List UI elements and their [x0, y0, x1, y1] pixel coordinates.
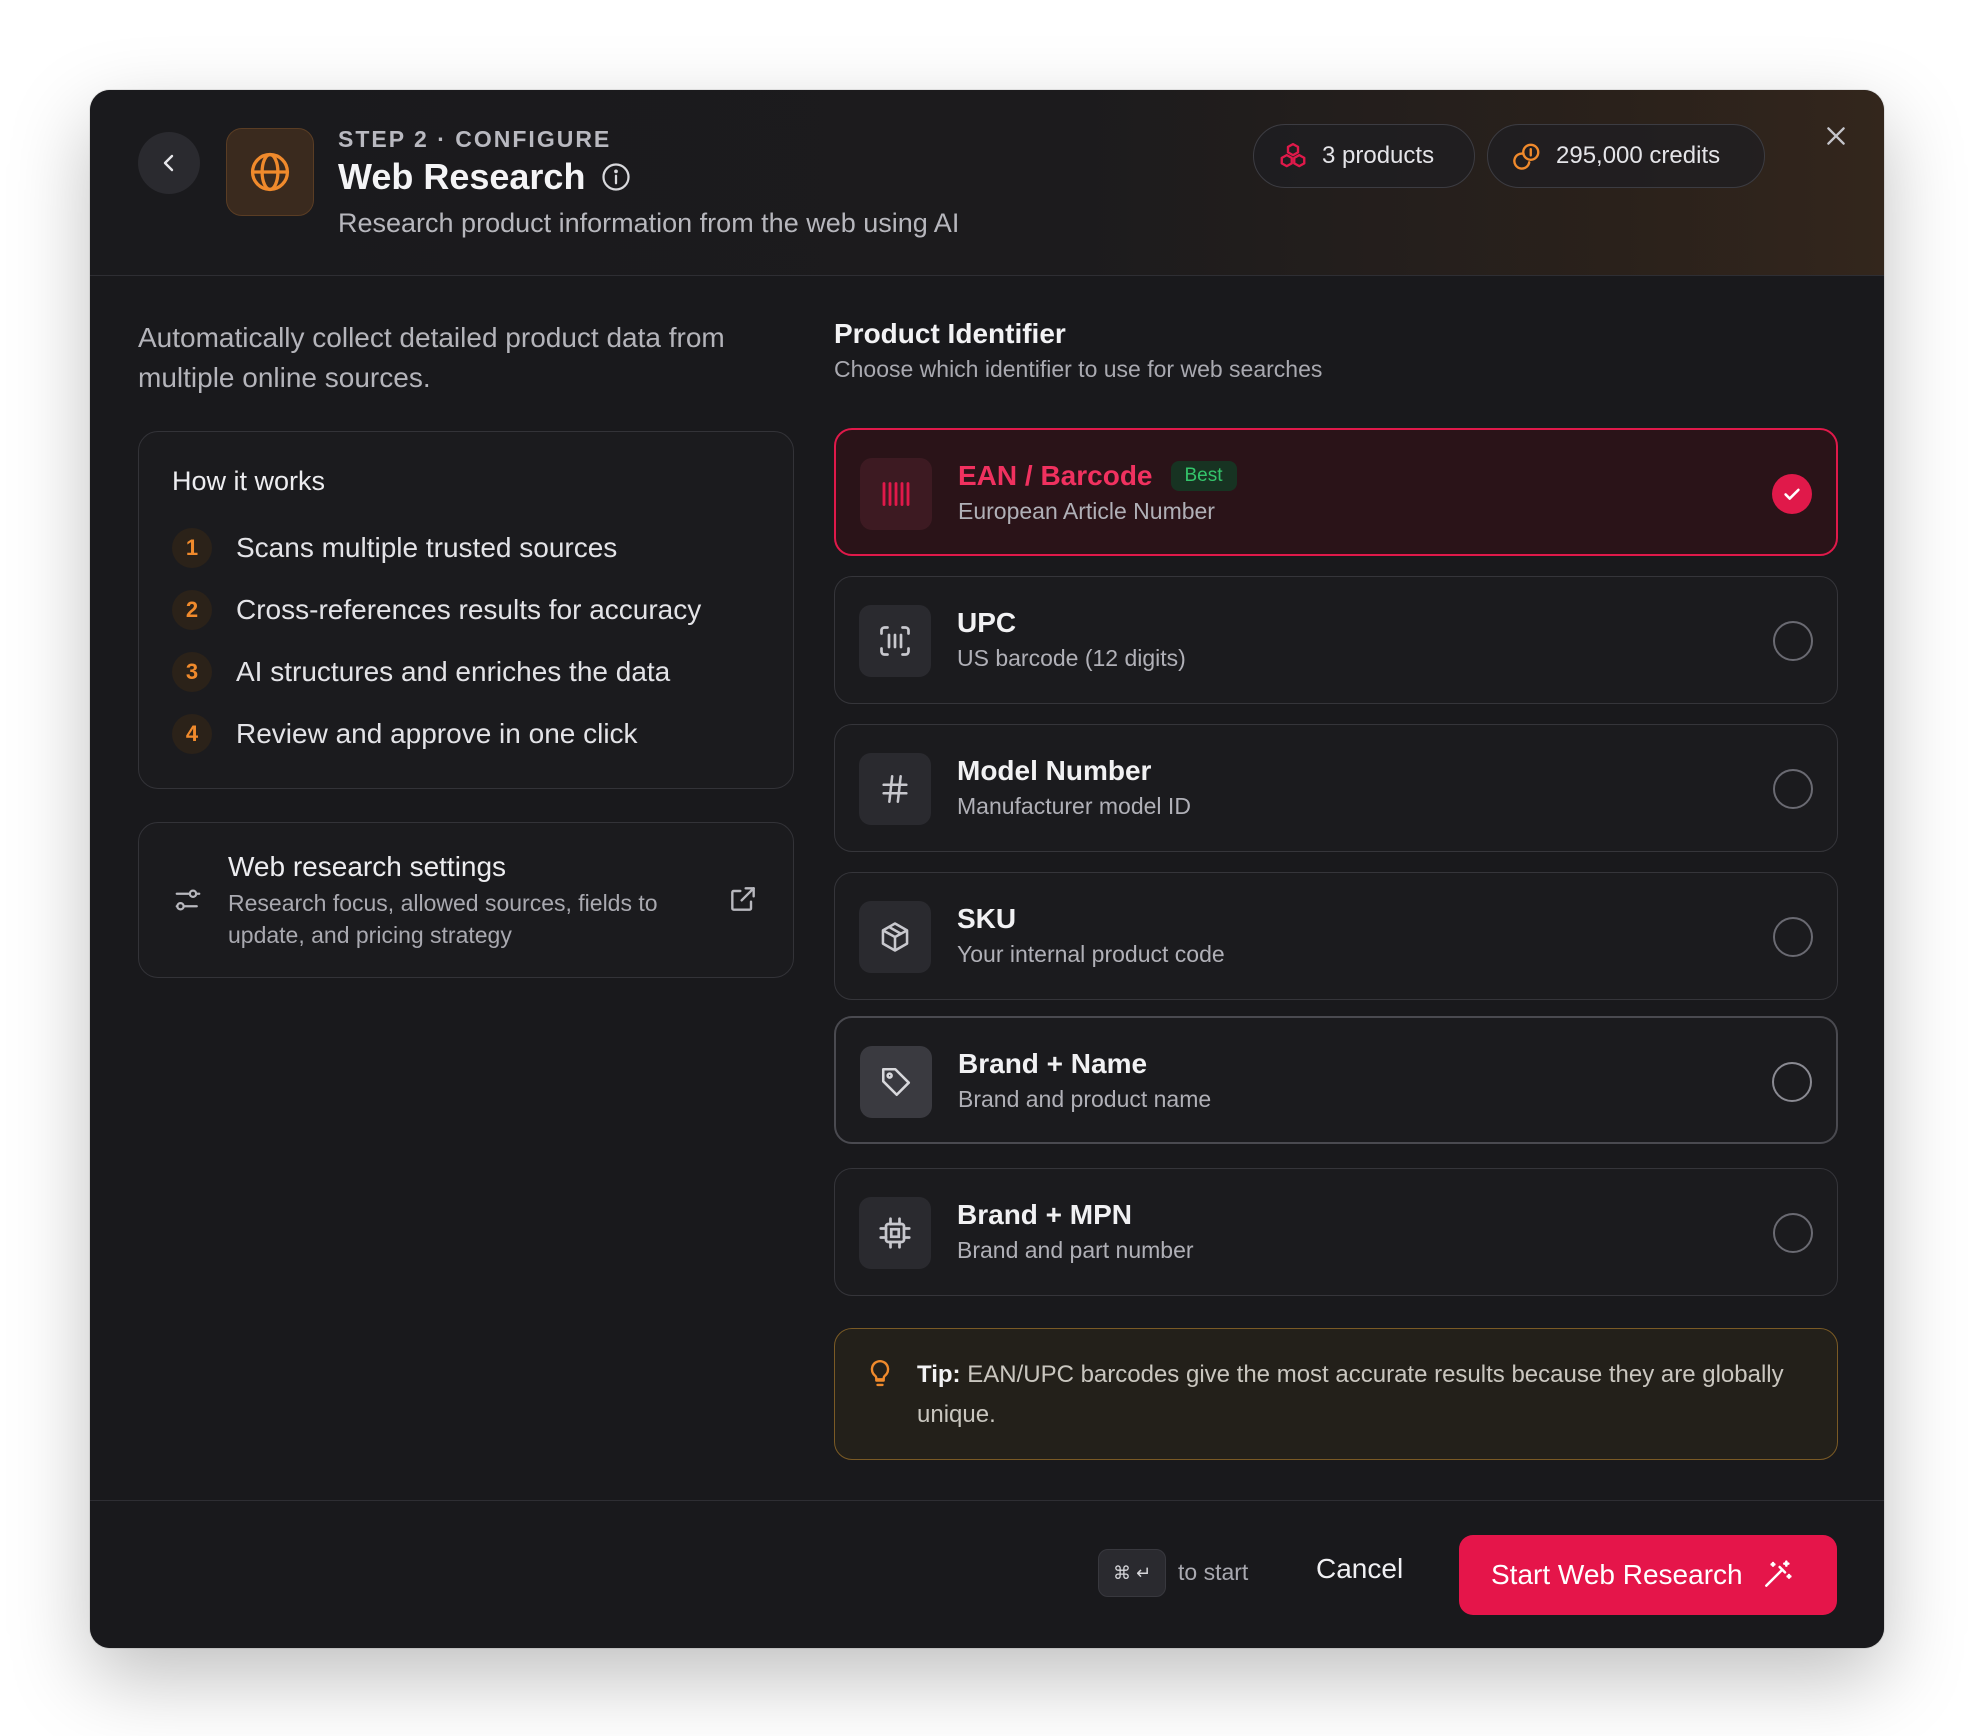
option-icon-tile [859, 753, 931, 825]
step-number: 2 [172, 590, 212, 630]
option-title-text: EAN / Barcode [958, 460, 1153, 491]
how-it-works-card: How it works 1 Scans multiple trusted so… [138, 431, 794, 789]
hash-icon [882, 774, 908, 804]
identifier-option-brand-mpn[interactable]: Brand + MPN Brand and part number [834, 1168, 1838, 1296]
settings-description: Research focus, allowed sources, fields … [228, 890, 658, 948]
coins-icon [1513, 143, 1540, 170]
cancel-button[interactable]: Cancel [1316, 1553, 1403, 1585]
scan-barcode-icon [880, 626, 910, 656]
chip-icon [879, 1217, 911, 1249]
page-subtitle: Research product information from the we… [338, 208, 960, 238]
page-title: Web Research [338, 156, 586, 197]
radio-unselected[interactable] [1773, 621, 1813, 661]
radio-unselected[interactable] [1773, 1213, 1813, 1253]
modal-header: STEP 2 · CONFIGURE Web Research Research… [90, 90, 1884, 276]
product-identifier-title: Product Identifier [834, 318, 1066, 349]
identifier-option-model-number[interactable]: Model Number Manufacturer model ID [834, 724, 1838, 852]
option-icon-tile [859, 901, 931, 973]
web-research-settings-link[interactable]: Web research settings Research focus, al… [138, 822, 794, 978]
chevron-left-icon [163, 154, 174, 172]
radio-selected[interactable] [1772, 474, 1812, 514]
radio-unselected[interactable] [1773, 769, 1813, 809]
option-subtitle: European Article Number [958, 498, 1215, 524]
step-number: 4 [172, 714, 212, 754]
identifier-option-ean[interactable]: EAN / Barcode Best European Article Numb… [834, 428, 1838, 556]
tip-text: Tip: EAN/UPC barcodes give the most accu… [917, 1355, 1797, 1435]
option-icon-tile [860, 1046, 932, 1118]
globe-icon [250, 152, 290, 192]
lightbulb-icon [870, 1359, 890, 1387]
step-text: Scans multiple trusted sources [236, 532, 618, 563]
back-button[interactable] [138, 132, 200, 194]
how-step: 1 Scans multiple trusted sources [172, 528, 617, 568]
option-subtitle: Brand and product name [958, 1086, 1212, 1112]
option-subtitle: Your internal product code [957, 941, 1225, 967]
magic-wand-icon [1764, 1560, 1792, 1587]
modal-footer: ⌘ ↵ to start Cancel Start Web Research [90, 1500, 1884, 1648]
radio-unselected[interactable] [1772, 1062, 1812, 1102]
barcode-icon [882, 482, 910, 506]
shortcut-hint: to start [1178, 1559, 1249, 1585]
option-subtitle: US barcode (12 digits) [957, 645, 1186, 671]
products-count: 3 products [1322, 142, 1435, 169]
tip-box: Tip: EAN/UPC barcodes give the most accu… [834, 1328, 1838, 1460]
product-identifier-subtitle: Choose which identifier to use for web s… [834, 356, 1323, 382]
check-icon [1784, 488, 1800, 500]
how-step: 3 AI structures and enriches the data [172, 652, 670, 692]
credits-balance: 295,000 credits [1556, 142, 1721, 169]
how-it-works-title: How it works [172, 466, 326, 496]
step-number: 3 [172, 652, 212, 692]
identifier-option-upc[interactable]: UPC US barcode (12 digits) [834, 576, 1838, 704]
option-title: Brand + MPN [957, 1199, 1133, 1230]
option-title: Model Number [957, 755, 1152, 786]
info-icon[interactable] [601, 162, 631, 192]
best-badge: Best [1170, 461, 1237, 491]
step-label: STEP 2 · CONFIGURE [338, 126, 612, 152]
how-step: 2 Cross-references results for accuracy [172, 590, 701, 630]
close-button[interactable] [1816, 116, 1856, 156]
keyboard-shortcut: ⌘ ↵ [1098, 1549, 1166, 1597]
step-text: AI structures and enriches the data [236, 656, 671, 687]
start-web-research-button[interactable]: Start Web Research [1459, 1535, 1837, 1615]
option-icon-tile [859, 1197, 931, 1269]
tag-icon [881, 1067, 911, 1097]
sliders-icon [175, 889, 201, 911]
intro-text: Automatically collect detailed product d… [138, 322, 725, 393]
identifier-option-brand-name[interactable]: Brand + Name Brand and product name [834, 1016, 1838, 1144]
option-title: EAN / Barcode Best [958, 460, 1237, 492]
start-button-label: Start Web Research [1491, 1559, 1743, 1590]
option-subtitle: Manufacturer model ID [957, 793, 1191, 819]
globe-icon-tile [226, 128, 314, 216]
tip-label: Tip: [917, 1361, 961, 1388]
option-icon-tile [859, 605, 931, 677]
step-text: Review and approve in one click [236, 718, 638, 749]
products-icon [1280, 142, 1306, 168]
close-icon [1827, 127, 1845, 145]
option-title: SKU [957, 903, 1017, 934]
radio-unselected[interactable] [1773, 917, 1813, 957]
option-subtitle: Brand and part number [957, 1237, 1194, 1263]
step-number: 1 [172, 528, 212, 568]
identifier-option-sku[interactable]: SKU Your internal product code [834, 872, 1838, 1000]
products-count-pill: 3 products [1253, 124, 1475, 188]
option-icon-tile [860, 458, 932, 530]
external-link-icon [731, 887, 755, 911]
how-step: 4 Review and approve in one click [172, 714, 638, 754]
option-title: UPC [957, 607, 1017, 638]
settings-title: Web research settings [228, 851, 507, 882]
credits-pill: 295,000 credits [1487, 124, 1765, 188]
step-text: Cross-references results for accuracy [236, 594, 702, 625]
option-title: Brand + Name [958, 1048, 1148, 1079]
web-research-modal: STEP 2 · CONFIGURE Web Research Research… [90, 90, 1884, 1648]
package-icon [881, 922, 909, 952]
title-row: Web Research [338, 156, 631, 198]
tip-body: EAN/UPC barcodes give the most accurate … [917, 1361, 1784, 1428]
